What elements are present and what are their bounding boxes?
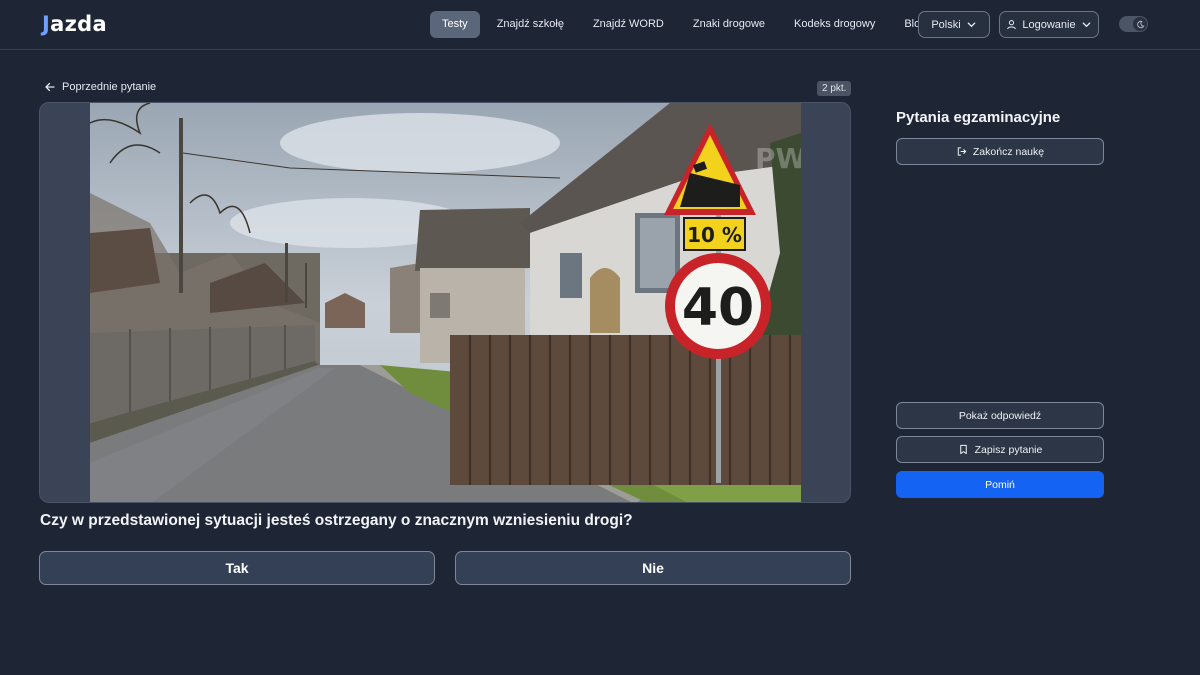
finish-learning-label: Zakończ naukę [972,145,1045,158]
nav-item-road-code[interactable]: Kodeks drogowy [782,11,887,38]
top-navbar: Jazda Testy Znajdź szkołę Znajdź WORD Zn… [0,0,1200,50]
save-question-button[interactable]: Zapisz pytanie [896,436,1104,463]
language-dropdown[interactable]: Polski [918,11,990,38]
skip-label: Pomiń [985,478,1015,491]
bookmark-icon [959,444,967,455]
language-label: Polski [931,18,961,31]
nav-item-road-signs[interactable]: Znaki drogowe [681,11,777,38]
question-media: 10 % 40 PWPW [39,102,851,503]
skip-button[interactable]: Pomiń [896,471,1104,498]
logout-icon [957,147,967,156]
logo[interactable]: Jazda [42,12,107,36]
moon-icon [1136,20,1144,28]
answer-yes-button[interactable]: Tak [39,551,435,585]
points-badge: 2 pkt. [817,81,852,96]
nav-item-find-word[interactable]: Znajdź WORD [581,11,676,38]
show-answer-button[interactable]: Pokaż odpowiedź [896,402,1104,429]
user-icon [1007,20,1017,30]
nav-item-find-school[interactable]: Znajdź szkołę [485,11,576,38]
sidebar-title: Pytania egzaminacyjne [896,109,1061,126]
photo-watermark: PWPW [755,142,801,175]
question-photo: 10 % 40 PWPW [90,103,801,502]
main-nav: Testy Znajdź szkołę Znajdź WORD Znaki dr… [430,11,943,38]
theme-toggle[interactable] [1119,16,1148,32]
arrow-left-icon [45,82,55,92]
show-answer-label: Pokaż odpowiedź [958,409,1042,422]
nav-item-testy[interactable]: Testy [430,11,480,38]
chevron-down-icon [1082,22,1090,28]
question-text: Czy w przedstawionej sytuacji jesteś ost… [40,512,633,529]
grade-sign-text: 10 % [687,223,742,247]
save-question-label: Zapisz pytanie [974,443,1043,456]
previous-question-link[interactable]: Poprzednie pytanie [44,81,156,93]
speed-limit-sign-text: 40 [682,278,754,338]
login-dropdown[interactable]: Logowanie [999,11,1099,38]
login-label: Logowanie [1022,18,1076,31]
theme-toggle-knob [1133,17,1147,31]
finish-learning-button[interactable]: Zakończ naukę [896,138,1104,165]
answer-no-button[interactable]: Nie [455,551,851,585]
previous-question-label: Poprzednie pytanie [62,81,157,93]
chevron-down-icon [967,22,976,28]
